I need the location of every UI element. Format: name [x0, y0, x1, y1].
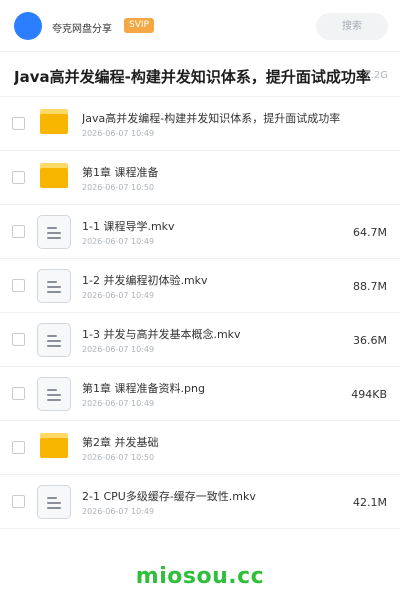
file-date: 2026-06-07 10:49 — [82, 345, 155, 354]
file-date: 2026-06-07 10:49 — [82, 399, 155, 408]
file-name: 2-1 CPU多级缓存-缓存一致性.mkv — [82, 490, 256, 503]
file-doc-icon — [37, 323, 71, 357]
file-doc-icon — [37, 269, 71, 303]
file-size: 42.1M — [353, 496, 387, 509]
file-doc-icon — [37, 485, 71, 519]
row-checkbox[interactable] — [12, 441, 25, 454]
file-size: 88.7M — [353, 280, 387, 293]
page-title: Java高并发编程-构建并发知识体系，提升面试成功率 — [14, 68, 371, 86]
list-item[interactable]: 第1章 课程准备 2026-06-07 10:50 — [0, 150, 400, 204]
list-item[interactable]: 2-1 CPU多级缓存-缓存一致性.mkv 2026-06-07 10:49 4… — [0, 474, 400, 528]
row-checkbox[interactable] — [12, 225, 25, 238]
folder-title-row: Java高并发编程-构建并发知识体系，提升面试成功率 7.2G — [0, 53, 400, 96]
file-name: Java高并发编程-构建并发知识体系，提升面试成功率 — [82, 112, 341, 125]
list-item[interactable]: Java高并发编程-构建并发知识体系，提升面试成功率 2026-06-07 10… — [0, 96, 400, 150]
file-size: 64.7M — [353, 226, 387, 239]
file-date: 2026-06-07 10:49 — [82, 129, 155, 138]
row-checkbox[interactable] — [12, 495, 25, 508]
file-name: 第1章 课程准备 — [82, 166, 159, 179]
file-list: Java高并发编程-构建并发知识体系，提升面试成功率 2026-06-07 10… — [0, 96, 400, 529]
file-date: 2026-06-07 10:49 — [82, 507, 155, 516]
list-item[interactable]: 1-1 课程导学.mkv 2026-06-07 10:49 64.7M — [0, 204, 400, 258]
file-doc-icon — [37, 377, 71, 411]
file-date: 2026-06-07 10:50 — [82, 453, 155, 462]
row-checkbox[interactable] — [12, 117, 25, 130]
file-name: 第2章 并发基础 — [82, 436, 159, 449]
total-size: 7.2G — [364, 70, 388, 81]
file-date: 2026-06-07 10:49 — [82, 237, 155, 246]
file-name: 1-3 并发与高并发基本概念.mkv — [82, 328, 241, 341]
file-size: 494KB — [351, 388, 387, 401]
avatar[interactable] — [14, 12, 42, 40]
list-item[interactable]: 第1章 课程准备资料.png 2026-06-07 10:49 494KB — [0, 366, 400, 420]
list-item[interactable]: 1-2 并发编程初体验.mkv 2026-06-07 10:49 88.7M — [0, 258, 400, 312]
share-owner-name: 夸克网盘分享 — [52, 24, 112, 35]
file-doc-icon — [37, 215, 71, 249]
file-date: 2026-06-07 10:50 — [82, 183, 155, 192]
file-size: 36.6M — [353, 334, 387, 347]
folder-icon — [40, 163, 68, 188]
row-checkbox[interactable] — [12, 171, 25, 184]
search-input[interactable]: 搜索 — [316, 13, 388, 40]
file-name: 1-1 课程导学.mkv — [82, 220, 175, 233]
file-name: 1-2 并发编程初体验.mkv — [82, 274, 208, 287]
file-name: 第1章 课程准备资料.png — [82, 382, 205, 395]
folder-icon — [40, 109, 68, 134]
folder-icon — [40, 433, 68, 458]
row-checkbox[interactable] — [12, 279, 25, 292]
file-date: 2026-06-07 10:49 — [82, 291, 155, 300]
list-item[interactable]: 第2章 并发基础 2026-06-07 10:50 — [0, 420, 400, 474]
list-divider — [0, 528, 400, 529]
share-header: 夸克网盘分享 SVIP 搜索 — [0, 0, 400, 52]
row-checkbox[interactable] — [12, 387, 25, 400]
list-item[interactable]: 1-3 并发与高并发基本概念.mkv 2026-06-07 10:49 36.6… — [0, 312, 400, 366]
watermark-text: miosou.cc — [135, 564, 265, 589]
svip-badge: SVIP — [124, 18, 154, 33]
row-checkbox[interactable] — [12, 333, 25, 346]
